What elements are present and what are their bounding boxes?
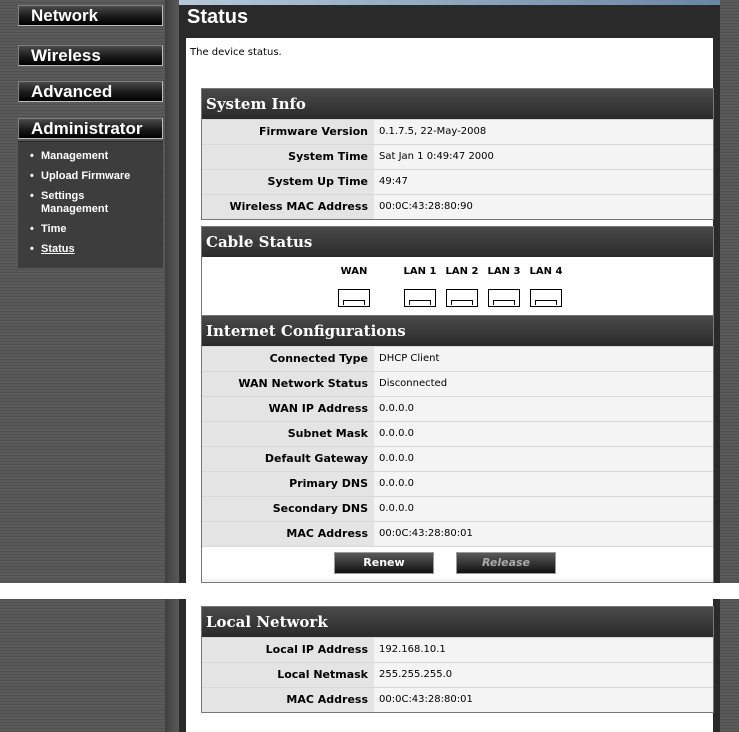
nav-network-button[interactable]: Network — [18, 5, 163, 26]
page-description: The device status. — [190, 47, 282, 58]
submenu-item-management[interactable]: • Management — [30, 150, 163, 163]
ethernet-port-icon — [530, 289, 562, 307]
action-bar: Renew Release — [202, 546, 713, 579]
top-accent-bar — [179, 0, 720, 5]
port-wan: WAN — [334, 257, 374, 307]
nav-administrator-button[interactable]: Administrator — [18, 118, 163, 139]
table-row: Local IP Address 192.168.10.1 — [202, 637, 713, 662]
system-info-heading: System Info — [202, 89, 713, 119]
table-row: Secondary DNS 0.0.0.0 — [202, 496, 713, 521]
release-button[interactable]: Release — [456, 552, 556, 574]
nav-advanced-button[interactable]: Advanced — [18, 81, 163, 102]
row-value: 00:0C:43:28:80:01 — [374, 522, 713, 546]
bullet-icon: • — [30, 223, 34, 235]
table-row: Local Netmask 255.255.255.0 — [202, 662, 713, 687]
table-row: WAN Network Status Disconnected — [202, 371, 713, 396]
row-label: Connected Type — [202, 347, 374, 371]
row-value: 0.0.0.0 — [374, 472, 713, 496]
page-title: Status — [187, 6, 249, 28]
row-value: 0.0.0.0 — [374, 397, 713, 421]
row-label: Firmware Version — [202, 120, 374, 144]
row-value: 192.168.10.1 — [374, 638, 713, 662]
administrator-submenu: • Management • Upload Firmware • Settings M… — [18, 141, 163, 268]
row-value: 0.0.0.0 — [374, 422, 713, 446]
submenu-item-status[interactable]: • Status — [30, 243, 163, 256]
table-row: Subnet Mask 0.0.0.0 — [202, 421, 713, 446]
internet-config-heading: Internet Configurations — [202, 316, 713, 346]
row-label: Wireless MAC Address — [202, 195, 374, 219]
row-value: 0.1.7.5, 22-May-2008 — [374, 120, 713, 144]
bullet-icon: • — [30, 170, 34, 182]
screenshot-gap — [0, 583, 739, 599]
local-network-panel: Local Network Local IP Address 192.168.10… — [201, 606, 714, 713]
row-label: System Up Time — [202, 170, 374, 194]
submenu-item-time[interactable]: • Time — [30, 223, 163, 236]
sidebar-edge — [165, 0, 179, 732]
submenu-item-upload-firmware[interactable]: • Upload Firmware — [30, 170, 163, 183]
row-value: 49:47 — [374, 170, 713, 194]
row-label: Subnet Mask — [202, 422, 374, 446]
port-lan4: LAN 4 — [526, 257, 566, 307]
table-row: Firmware Version 0.1.7.5, 22-May-2008 — [202, 119, 713, 144]
table-row: Primary DNS 0.0.0.0 — [202, 471, 713, 496]
local-network-heading: Local Network — [202, 607, 713, 637]
table-row: MAC Address 00:0C:43:28:80:01 — [202, 521, 713, 546]
row-value: 0.0.0.0 — [374, 447, 713, 471]
cable-status-panel: Cable Status WAN LAN 1 LAN 2 LAN 3 LAN 4 — [201, 226, 714, 316]
submenu-item-settings-management[interactable]: • Settings Management — [30, 190, 141, 216]
port-lan3: LAN 3 — [484, 257, 524, 307]
table-row: Connected Type DHCP Client — [202, 346, 713, 371]
table-row: MAC Address 00:0C:43:28:80:01 — [202, 687, 713, 712]
bullet-icon: • — [30, 243, 34, 255]
row-label: MAC Address — [202, 522, 374, 546]
nav-wireless-button[interactable]: Wireless — [18, 45, 163, 66]
port-label: LAN 4 — [529, 266, 563, 277]
sidebar: Network Wireless Advanced Administrator … — [0, 0, 179, 732]
row-value: Sat Jan 1 0:49:47 2000 — [374, 145, 713, 169]
right-edge — [720, 0, 739, 732]
row-value: 255.255.255.0 — [374, 663, 713, 687]
table-row: WAN IP Address 0.0.0.0 — [202, 396, 713, 421]
port-label: LAN 2 — [445, 266, 479, 277]
table-row: System Up Time 49:47 — [202, 169, 713, 194]
cable-ports: WAN LAN 1 LAN 2 LAN 3 LAN 4 — [202, 257, 713, 315]
bullet-icon: • — [30, 190, 34, 202]
ethernet-port-icon — [404, 289, 436, 307]
bullet-icon: • — [30, 150, 34, 162]
row-value: DHCP Client — [374, 347, 713, 371]
table-row: Default Gateway 0.0.0.0 — [202, 446, 713, 471]
port-label: LAN 3 — [487, 266, 521, 277]
system-info-panel: System Info Firmware Version 0.1.7.5, 22-… — [201, 88, 714, 220]
ethernet-port-icon — [446, 289, 478, 307]
row-label: WAN IP Address — [202, 397, 374, 421]
port-label: LAN 1 — [403, 266, 437, 277]
row-label: Secondary DNS — [202, 497, 374, 521]
row-label: Local Netmask — [202, 663, 374, 687]
row-label: MAC Address — [202, 688, 374, 712]
port-lan1: LAN 1 — [400, 257, 440, 307]
row-value: Disconnected — [374, 372, 713, 396]
row-label: Default Gateway — [202, 447, 374, 471]
ethernet-port-icon — [488, 289, 520, 307]
ethernet-port-icon — [338, 289, 370, 307]
cable-status-heading: Cable Status — [202, 227, 713, 257]
row-value: 0.0.0.0 — [374, 497, 713, 521]
row-label: Local IP Address — [202, 638, 374, 662]
port-lan2: LAN 2 — [442, 257, 482, 307]
row-label: System Time — [202, 145, 374, 169]
row-label: Primary DNS — [202, 472, 374, 496]
internet-config-panel: Internet Configurations Connected Type DH… — [201, 315, 714, 583]
row-label: WAN Network Status — [202, 372, 374, 396]
table-row: System Time Sat Jan 1 0:49:47 2000 — [202, 144, 713, 169]
renew-button[interactable]: Renew — [334, 552, 434, 574]
row-value: 00:0C:43:28:80:90 — [374, 195, 713, 219]
port-label: WAN — [340, 266, 368, 277]
table-row: Wireless MAC Address 00:0C:43:28:80:90 — [202, 194, 713, 219]
row-value: 00:0C:43:28:80:01 — [374, 688, 713, 712]
